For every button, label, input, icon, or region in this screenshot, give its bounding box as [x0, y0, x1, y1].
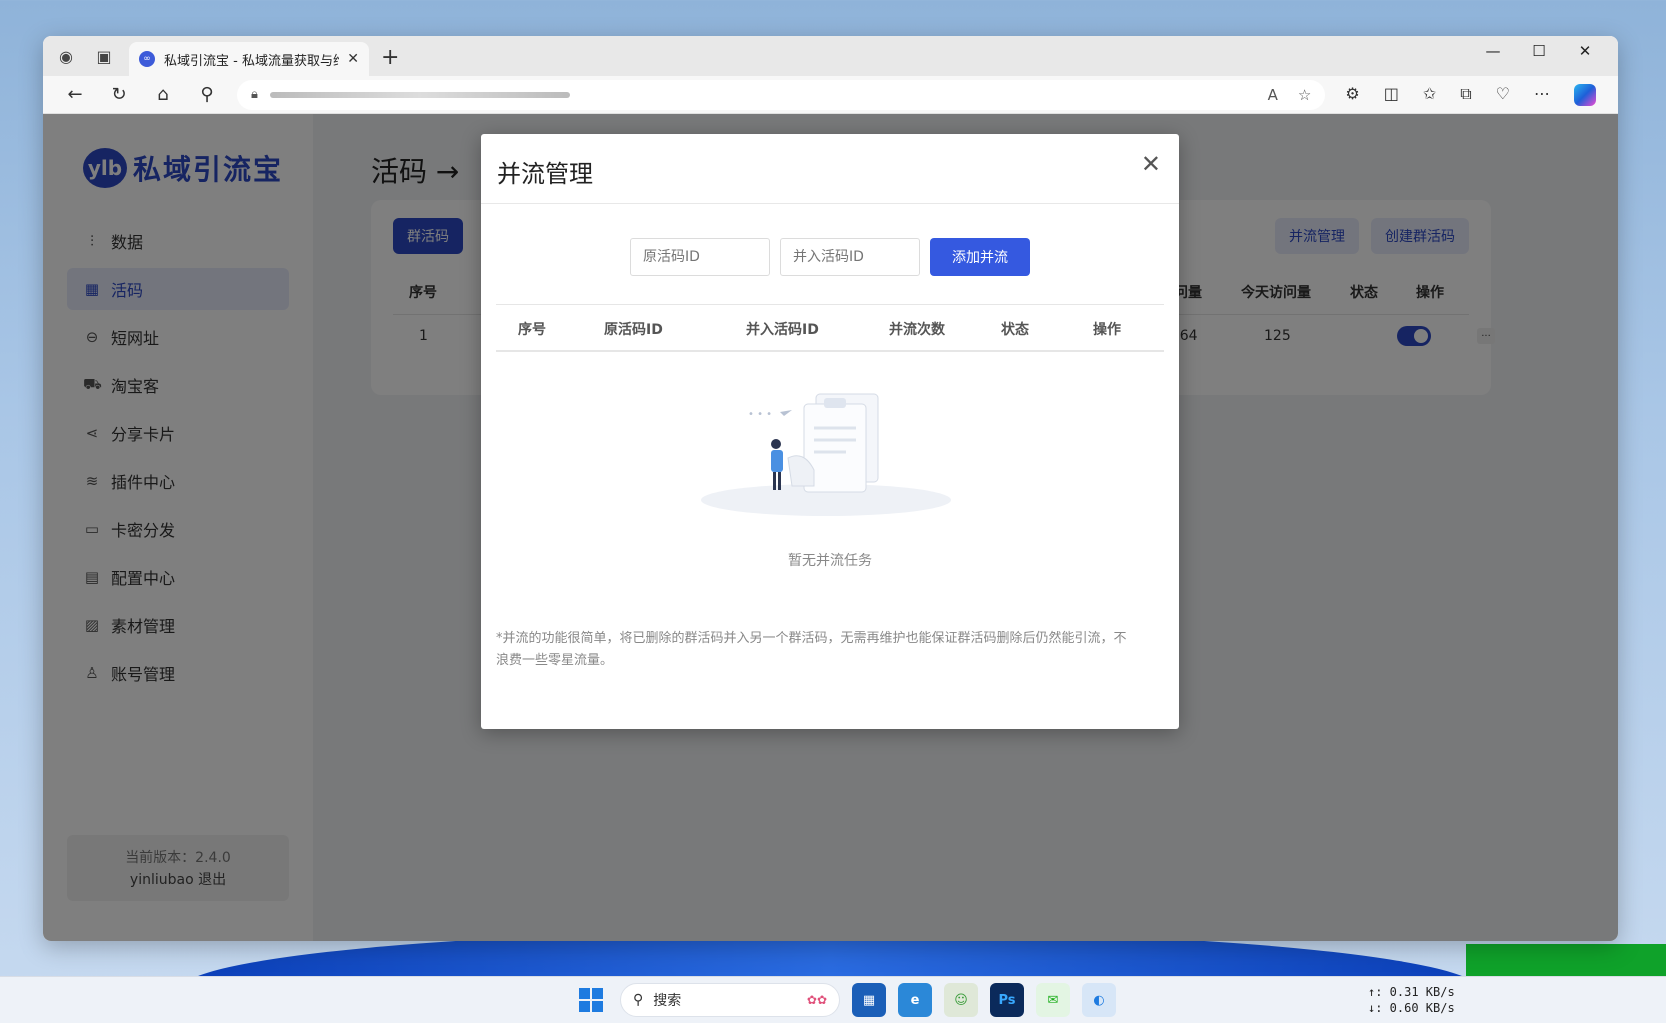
- close-window-icon[interactable]: ✕: [1562, 42, 1608, 60]
- col-source-id: 原活码ID: [604, 322, 663, 338]
- merge-table-header: 序号 原活码ID 并入活码ID 并流次数 状态 操作: [496, 304, 1164, 352]
- store-icon[interactable]: ▦: [852, 983, 886, 1017]
- net-download: ↓: 0.60 KB/s: [1368, 1001, 1455, 1015]
- col-target-id: 并入活码ID: [746, 322, 819, 338]
- col-action: 操作: [1093, 322, 1121, 338]
- browser-tool-icons: ⚙ ◫ ✩ ⧉ ♡ ⋯: [1333, 83, 1608, 106]
- maximize-icon[interactable]: ☐: [1516, 42, 1562, 60]
- web-page: ylb 私域引流宝 ⫶数据 ▦活码 ⊖短网址 ⛟淘宝客 ⋖分享卡片 ≋插件中心 …: [43, 114, 1618, 941]
- col-status: 状态: [1001, 322, 1029, 338]
- modal-header: 并流管理 ✕: [481, 134, 1179, 204]
- edge-icon[interactable]: ◐: [1082, 983, 1116, 1017]
- modal-close-icon[interactable]: ✕: [1141, 150, 1161, 178]
- app-chat-icon[interactable]: ☺: [944, 983, 978, 1017]
- browser-titlebar: ◉ ▣ ∞ 私域引流宝 - 私域流量获取与维护 ✕ + — ☐ ✕: [43, 36, 1618, 76]
- taskbar-search-label: 搜索: [653, 993, 682, 1009]
- minimize-icon[interactable]: —: [1470, 42, 1516, 60]
- network-speed: ↑: 0.31 KB/s ↓: 0.60 KB/s: [1368, 984, 1455, 1016]
- merge-note: *并流的功能很简单，将已删除的群活码并入另一个群活码，无需再维护也能保证群活码删…: [496, 631, 1127, 668]
- browser-window: ◉ ▣ ∞ 私域引流宝 - 私域流量获取与维护 ✕ + — ☐ ✕ ← ↻ ⌂ …: [43, 36, 1618, 941]
- address-bar[interactable]: 🔒︎ A ☆: [237, 79, 1326, 110]
- source-livecode-id-input[interactable]: [630, 238, 770, 276]
- taskbar-search[interactable]: ⚲ 搜索 ✿✿: [620, 983, 840, 1017]
- search-highlight-icon: ✿✿: [806, 993, 827, 1007]
- favorite-star-icon[interactable]: ☆: [1298, 86, 1311, 104]
- svg-text:• • •: • • •: [748, 409, 772, 420]
- modal-title: 并流管理: [497, 160, 593, 188]
- back-icon[interactable]: ←: [53, 84, 97, 105]
- start-button[interactable]: [574, 983, 608, 1017]
- more-menu-icon[interactable]: ⋯: [1534, 84, 1550, 106]
- search-icon[interactable]: ⚲: [185, 84, 229, 105]
- health-icon[interactable]: ♡: [1496, 84, 1510, 106]
- extensions-icon[interactable]: ⚙: [1345, 84, 1359, 106]
- col-index: 序号: [518, 322, 546, 338]
- collections-icon[interactable]: ⧉: [1460, 84, 1471, 106]
- favicon-icon: ∞: [139, 51, 155, 67]
- empty-state-illustration: • • •: [701, 393, 951, 516]
- merge-table: 序号 原活码ID 并入活码ID 并流次数 状态 操作: [496, 304, 1164, 352]
- search-icon: ⚲: [633, 992, 644, 1008]
- empty-state-text: 暂无并流任务: [788, 553, 872, 569]
- home-icon[interactable]: ⌂: [141, 84, 185, 105]
- window-controls: — ☐ ✕: [1470, 42, 1608, 60]
- merge-modal: 并流管理 ✕ 添加并流 序号 原活码ID 并入活码ID 并流次数 状态 操作: [481, 134, 1179, 729]
- browser-toolbar: ← ↻ ⌂ ⚲ 🔒︎ A ☆ ⚙ ◫ ✩ ⧉ ♡ ⋯: [43, 76, 1618, 114]
- tab-close-icon[interactable]: ✕: [347, 51, 359, 67]
- taskbar: ⚲ 搜索 ✿✿ ▦ e ☺ Ps ✉ ◐ ↑: 0.31 KB/s ↓: 0.6…: [0, 976, 1666, 1023]
- split-screen-icon[interactable]: ◫: [1384, 84, 1399, 106]
- tab-title: 私域引流宝 - 私域流量获取与维护: [164, 53, 339, 69]
- merge-form: 添加并流: [630, 238, 1030, 276]
- photoshop-icon[interactable]: Ps: [990, 983, 1024, 1017]
- new-tab-button[interactable]: +: [381, 45, 399, 70]
- lock-icon: 🔒︎: [251, 87, 258, 102]
- url-blurred: [269, 91, 570, 98]
- read-aloud-icon[interactable]: A: [1268, 86, 1278, 104]
- wechat-icon[interactable]: ✉: [1036, 983, 1070, 1017]
- add-merge-button[interactable]: 添加并流: [930, 238, 1030, 276]
- windows-logo-icon: [579, 988, 603, 1012]
- tab-actions-icon[interactable]: ▣: [89, 41, 119, 71]
- net-upload: ↑: 0.31 KB/s: [1368, 985, 1455, 999]
- browser-tab[interactable]: ∞ 私域引流宝 - 私域流量获取与维护 ✕: [129, 42, 369, 76]
- favorites-icon[interactable]: ✩: [1423, 84, 1436, 106]
- col-merge-count: 并流次数: [889, 322, 945, 338]
- refresh-icon[interactable]: ↻: [97, 84, 141, 105]
- profile-icon[interactable]: ◉: [51, 41, 81, 71]
- ie-icon[interactable]: e: [898, 983, 932, 1017]
- copilot-icon[interactable]: [1574, 83, 1596, 106]
- target-livecode-id-input[interactable]: [780, 238, 920, 276]
